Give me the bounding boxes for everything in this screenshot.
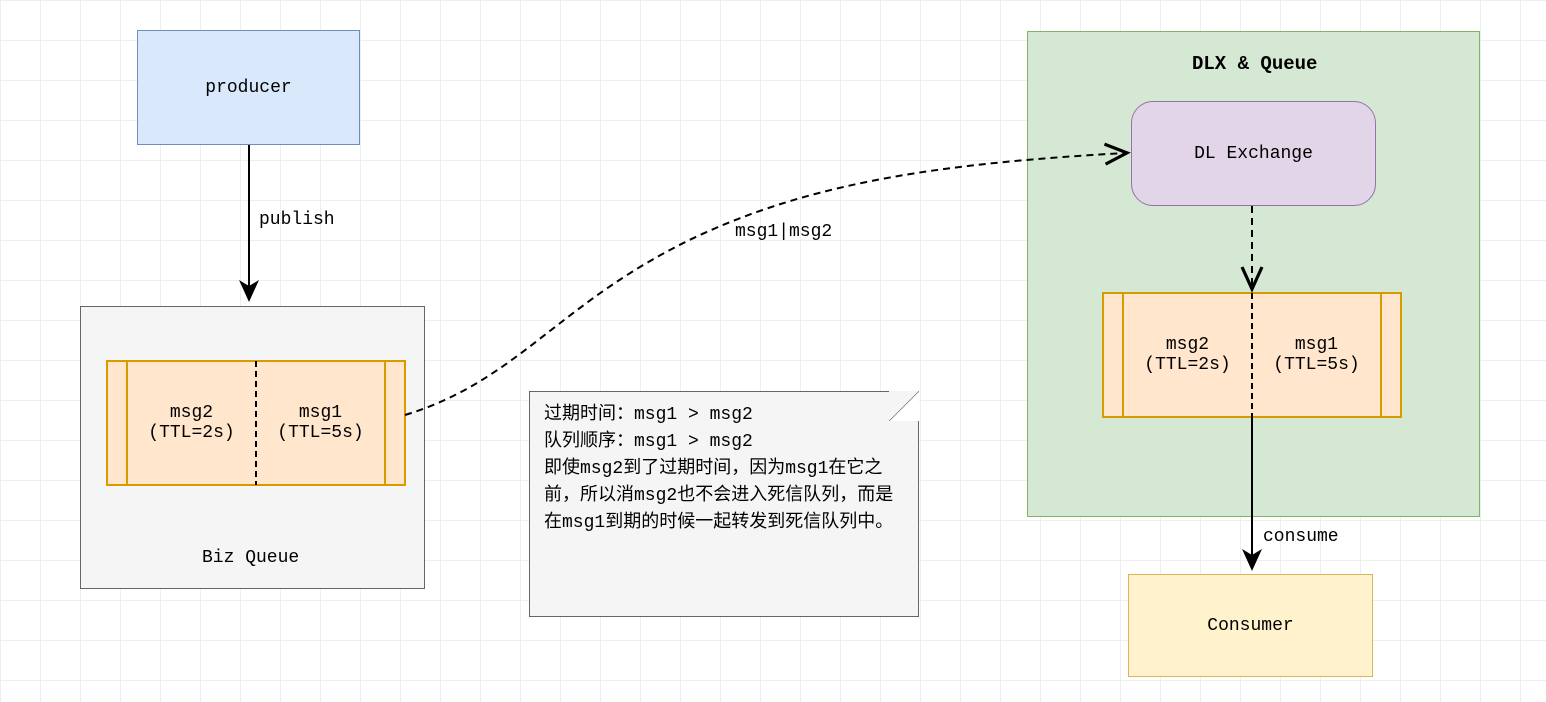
biz-queue-msg1: msg1 (TTL=5s) [256, 361, 385, 485]
dlx-queue-title: DLX & Queue [1192, 53, 1317, 75]
dlx-queue-msg2-text: msg2 (TTL=2s) [1144, 335, 1230, 375]
arrow-msg-transfer [405, 153, 1125, 415]
consumer-label: Consumer [1207, 616, 1293, 636]
dlx-queue-msg1-text: msg1 (TTL=5s) [1273, 335, 1359, 375]
dl-exchange-node: DL Exchange [1131, 101, 1376, 206]
dl-exchange-label: DL Exchange [1194, 144, 1313, 164]
producer-label: producer [205, 78, 291, 98]
biz-queue-msg2-text: msg2 (TTL=2s) [148, 403, 234, 443]
dlx-queue-msg2: msg2 (TTL=2s) [1123, 293, 1252, 417]
note-fold-icon [889, 391, 919, 421]
biz-queue-msg2: msg2 (TTL=2s) [127, 361, 256, 485]
explanation-note-text: 过期时间：msg1 > msg2 队列顺序：msg1 > msg2 即使msg2… [544, 405, 893, 533]
biz-queue-msg1-text: msg1 (TTL=5s) [277, 403, 363, 443]
transfer-label: msg1|msg2 [735, 222, 832, 242]
dlx-queue-msg1: msg1 (TTL=5s) [1252, 293, 1381, 417]
explanation-note: 过期时间：msg1 > msg2 队列顺序：msg1 > msg2 即使msg2… [529, 391, 919, 617]
consume-label: consume [1263, 527, 1339, 547]
consumer-node: Consumer [1128, 574, 1373, 677]
producer-node: producer [137, 30, 360, 145]
publish-label: publish [259, 210, 335, 230]
biz-queue-label: Biz Queue [202, 548, 299, 568]
